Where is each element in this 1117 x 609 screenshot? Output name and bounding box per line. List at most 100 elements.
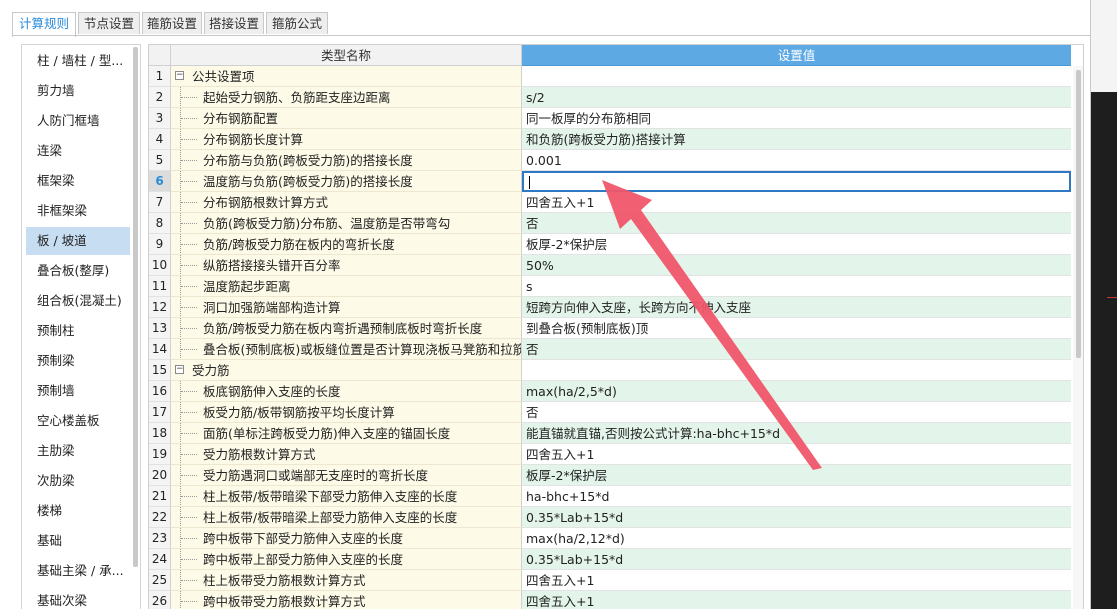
setting-value-cell[interactable]: max(ha/2,12*d) xyxy=(522,528,1071,549)
row-number[interactable]: 3 xyxy=(149,108,171,129)
type-name-cell[interactable]: 负筋/跨板受力筋在板内弯折遇预制底板时弯折长度 xyxy=(171,318,522,339)
row-number[interactable]: 21 xyxy=(149,486,171,507)
setting-value-cell[interactable]: ha-bhc+15*d xyxy=(522,486,1071,507)
sidebar-item[interactable]: 预制墙 xyxy=(26,377,130,405)
tab-node-settings[interactable]: 节点设置 xyxy=(78,12,140,34)
sidebar-item[interactable]: 预制柱 xyxy=(26,317,130,345)
row-number[interactable]: 24 xyxy=(149,549,171,570)
type-name-cell[interactable]: 纵筋搭接接头错开百分率 xyxy=(171,255,522,276)
setting-value-cell[interactable]: max(ha/2,5*d) xyxy=(522,381,1071,402)
table-row[interactable]: 9 负筋/跨板受力筋在板内的弯折长度 板厚-2*保护层 xyxy=(149,234,1071,255)
row-number[interactable]: 17 xyxy=(149,402,171,423)
setting-value-cell[interactable]: 短跨方向伸入支座，长跨方向不伸入支座 xyxy=(522,297,1071,318)
list-scrollbar[interactable] xyxy=(133,47,138,567)
setting-value-cell[interactable]: 和负筋(跨板受力筋)搭接计算 xyxy=(522,129,1071,150)
type-name-cell[interactable]: 叠合板(预制底板)或板缝位置是否计算现浇板马凳筋和拉筋 xyxy=(171,339,522,360)
row-number[interactable]: 23 xyxy=(149,528,171,549)
sidebar-item[interactable]: 非框架梁 xyxy=(26,197,130,225)
setting-value-cell[interactable]: s/2 xyxy=(522,87,1071,108)
setting-value-cell[interactable] xyxy=(522,66,1071,87)
table-row[interactable]: 7 分布钢筋根数计算方式 四舍五入+1 xyxy=(149,192,1071,213)
grid-scrollbar-thumb[interactable] xyxy=(1076,70,1081,358)
table-row[interactable]: 17 板受力筋/板带钢筋按平均长度计算 否 xyxy=(149,402,1071,423)
row-number[interactable]: 18 xyxy=(149,423,171,444)
type-name-cell[interactable]: 负筋/跨板受力筋在板内的弯折长度 xyxy=(171,234,522,255)
sidebar-item[interactable]: 人防门框墙 xyxy=(26,107,130,135)
sidebar-item[interactable]: 板 / 坡道 xyxy=(26,227,130,255)
tab-lap-settings[interactable]: 搭接设置 xyxy=(204,12,264,34)
type-name-cell[interactable]: 柱上板带/板带暗梁上部受力筋伸入支座的长度 xyxy=(171,507,522,528)
row-number[interactable]: 8 xyxy=(149,213,171,234)
setting-value-cell[interactable]: 否 xyxy=(522,213,1071,234)
row-number[interactable]: 16 xyxy=(149,381,171,402)
row-number[interactable]: 2 xyxy=(149,87,171,108)
table-row[interactable]: 15− 受力筋 xyxy=(149,360,1071,381)
grid-scrollbar[interactable] xyxy=(1073,66,1083,609)
setting-value-cell[interactable] xyxy=(522,360,1071,381)
table-row[interactable]: 1− 公共设置项 xyxy=(149,66,1071,87)
sidebar-item[interactable]: 组合板(混凝土) xyxy=(26,287,130,315)
row-number[interactable]: 19 xyxy=(149,444,171,465)
setting-value-cell[interactable]: 板厚-2*保护层 xyxy=(522,465,1071,486)
row-number[interactable]: 12 xyxy=(149,297,171,318)
table-row[interactable]: 14 叠合板(预制底板)或板缝位置是否计算现浇板马凳筋和拉筋否 xyxy=(149,339,1071,360)
type-name-cell[interactable]: 温度筋与负筋(跨板受力筋)的搭接长度 xyxy=(171,171,522,192)
type-name-cell[interactable]: 分布钢筋根数计算方式 xyxy=(171,192,522,213)
sidebar-item[interactable]: 叠合板(整厚) xyxy=(26,257,130,285)
setting-value-cell[interactable]: 50% xyxy=(522,255,1071,276)
table-row[interactable]: 26 跨中板带受力筋根数计算方式 四舍五入+1 xyxy=(149,591,1071,609)
setting-value-cell[interactable]: 四舍五入+1 xyxy=(522,192,1071,213)
row-number[interactable]: 11 xyxy=(149,276,171,297)
sidebar-item[interactable]: 空心楼盖板 xyxy=(26,407,130,435)
setting-value-cell[interactable]: 0.35*Lab+15*d xyxy=(522,507,1071,528)
type-name-cell[interactable]: 洞口加强筋端部构造计算 xyxy=(171,297,522,318)
table-row[interactable]: 24 跨中板带上部受力筋伸入支座的长度 0.35*Lab+15*d xyxy=(149,549,1071,570)
table-row[interactable]: 3 分布钢筋配置 同一板厚的分布筋相同 xyxy=(149,108,1071,129)
setting-value-cell[interactable]: 四舍五入+1 xyxy=(522,591,1071,609)
tab-calc-rules[interactable]: 计算规则 xyxy=(12,12,76,37)
collapse-toggle-icon[interactable]: − xyxy=(175,365,184,374)
setting-value-cell[interactable]: 否 xyxy=(522,339,1071,360)
row-number[interactable]: 14 xyxy=(149,339,171,360)
type-name-cell[interactable]: 分布筋与负筋(跨板受力筋)的搭接长度 xyxy=(171,150,522,171)
type-name-cell[interactable]: 受力筋根数计算方式 xyxy=(171,444,522,465)
type-name-cell[interactable]: 跨中板带上部受力筋伸入支座的长度 xyxy=(171,549,522,570)
type-name-cell[interactable]: 起始受力钢筋、负筋距支座边距离 xyxy=(171,87,522,108)
type-name-cell[interactable]: 柱上板带受力筋根数计算方式 xyxy=(171,570,522,591)
row-number[interactable]: 7 xyxy=(149,192,171,213)
setting-value-cell[interactable]: 能直锚就直锚,否则按公式计算:ha-bhc+15*d xyxy=(522,423,1071,444)
type-name-cell[interactable]: 温度筋起步距离 xyxy=(171,276,522,297)
sidebar-item[interactable]: 连梁 xyxy=(26,137,130,165)
sidebar-item[interactable]: 框架梁 xyxy=(26,167,130,195)
table-row[interactable]: 13 负筋/跨板受力筋在板内弯折遇预制底板时弯折长度 到叠合板(预制底板)顶 xyxy=(149,318,1071,339)
row-number[interactable]: 5 xyxy=(149,150,171,171)
sidebar-item[interactable]: 柱 / 墙柱 / 型... xyxy=(26,47,130,75)
sidebar-item[interactable]: 主肋梁 xyxy=(26,437,130,465)
type-name-cell[interactable]: 板底钢筋伸入支座的长度 xyxy=(171,381,522,402)
table-row[interactable]: 6 温度筋与负筋(跨板受力筋)的搭接长度 xyxy=(149,171,1071,192)
setting-value-cell[interactable]: 到叠合板(预制底板)顶 xyxy=(522,318,1071,339)
type-name-cell[interactable]: 负筋(跨板受力筋)分布筋、温度筋是否带弯勾 xyxy=(171,213,522,234)
row-number[interactable]: 15 xyxy=(149,360,171,381)
type-name-cell[interactable]: 分布钢筋长度计算 xyxy=(171,129,522,150)
type-name-cell[interactable]: − 公共设置项 xyxy=(171,66,522,87)
type-name-cell[interactable]: 跨中板带下部受力筋伸入支座的长度 xyxy=(171,528,522,549)
table-row[interactable]: 10 纵筋搭接接头错开百分率 50% xyxy=(149,255,1071,276)
row-number[interactable]: 20 xyxy=(149,465,171,486)
table-row[interactable]: 4 分布钢筋长度计算 和负筋(跨板受力筋)搭接计算 xyxy=(149,129,1071,150)
row-number[interactable]: 26 xyxy=(149,591,171,609)
table-row[interactable]: 23 跨中板带下部受力筋伸入支座的长度 max(ha/2,12*d) xyxy=(149,528,1071,549)
row-number[interactable]: 25 xyxy=(149,570,171,591)
table-row[interactable]: 25 柱上板带受力筋根数计算方式 四舍五入+1 xyxy=(149,570,1071,591)
collapse-toggle-icon[interactable]: − xyxy=(175,71,184,80)
row-number[interactable]: 13 xyxy=(149,318,171,339)
sidebar-item[interactable]: 楼梯 xyxy=(26,497,130,525)
type-name-cell[interactable]: − 受力筋 xyxy=(171,360,522,381)
type-name-cell[interactable]: 受力筋遇洞口或端部无支座时的弯折长度 xyxy=(171,465,522,486)
type-name-cell[interactable]: 跨中板带受力筋根数计算方式 xyxy=(171,591,522,609)
row-number[interactable]: 4 xyxy=(149,129,171,150)
type-name-cell[interactable]: 柱上板带/板带暗梁下部受力筋伸入支座的长度 xyxy=(171,486,522,507)
tab-stirrup-formula[interactable]: 箍筋公式 xyxy=(266,12,328,34)
setting-value-cell[interactable]: 板厚-2*保护层 xyxy=(522,234,1071,255)
type-name-cell[interactable]: 分布钢筋配置 xyxy=(171,108,522,129)
